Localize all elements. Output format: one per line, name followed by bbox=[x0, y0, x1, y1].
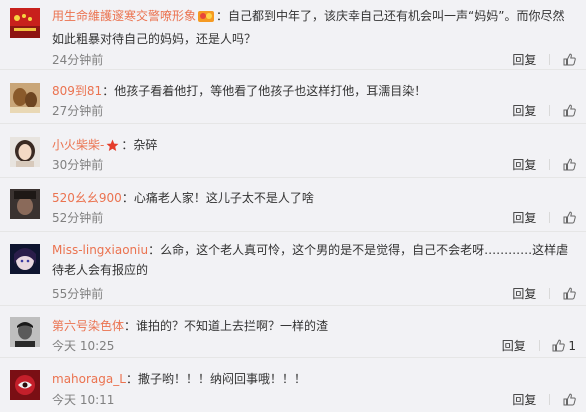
comment-time: 30分钟前 bbox=[52, 158, 104, 172]
action-divider bbox=[549, 105, 551, 116]
vip-badge-icon bbox=[198, 9, 215, 29]
reply-button[interactable]: 回复 bbox=[512, 211, 536, 225]
comment-content: ：他孩子看着他打，等他看了他孩子也这样打他，耳濡目染！ bbox=[102, 84, 427, 98]
anime-avatar-image bbox=[10, 244, 40, 274]
action-divider bbox=[549, 54, 551, 65]
comment-list: 用生命維護邃寒交警嘹形象 ：自己都到中年了，该庆幸自己还有机会叫一声“妈妈”。而你… bbox=[0, 0, 586, 412]
man-avatar-image bbox=[10, 317, 40, 347]
comment-item: mahoraga_L：撒子哟！！！纳闷回事哦！！！ 今天 10:11 回复 bbox=[0, 358, 586, 412]
comment-username[interactable]: 小火柴柴- bbox=[52, 138, 104, 152]
thumbs-up-icon bbox=[563, 53, 576, 66]
thumbs-up-icon bbox=[563, 211, 576, 224]
comment-item: 第六号染色体：谁拍的？不知道上去拦啊？一样的渣 今天 10:25 回复 1 bbox=[0, 306, 586, 358]
comment-item: Miss-lingxiaoniu：么命，这个老人真可怜，这个男的是不是觉得，自己… bbox=[0, 232, 586, 306]
avatar[interactable] bbox=[10, 8, 40, 38]
comment-content: ：杂碎 bbox=[121, 138, 158, 152]
comment-text: 小火柴柴- ：杂碎 bbox=[52, 135, 576, 158]
reply-button[interactable]: 回复 bbox=[512, 287, 536, 301]
like-button[interactable] bbox=[563, 52, 576, 68]
comment-time: 55分钟前 bbox=[52, 287, 104, 301]
comment-time: 27分钟前 bbox=[52, 104, 104, 118]
comment-username[interactable]: 809到81 bbox=[52, 84, 102, 98]
comment-time: 24分钟前 bbox=[52, 53, 104, 67]
avatar[interactable] bbox=[10, 189, 40, 219]
comment-content: ：谁拍的？不知道上去拦啊？一样的渣 bbox=[124, 319, 329, 333]
comment-username[interactable]: 用生命維護邃寒交警嘹形象 bbox=[52, 9, 196, 23]
comment-text: 809到81：他孩子看着他打，等他看了他孩子也这样打他，耳濡目染！ bbox=[52, 81, 576, 101]
avatar[interactable] bbox=[10, 83, 40, 113]
food-avatar-image bbox=[10, 83, 40, 113]
comment-item: 520幺幺900：心痛老人家！这儿子太不是人了啥 52分钟前 回复 bbox=[0, 178, 586, 232]
star-icon bbox=[106, 138, 119, 158]
avatar[interactable] bbox=[10, 137, 40, 167]
comment-item: 小火柴柴- ：杂碎 30分钟前 回复 bbox=[0, 124, 586, 178]
like-button[interactable]: 1 bbox=[552, 338, 576, 354]
flag-avatar-image bbox=[10, 8, 40, 38]
action-divider bbox=[549, 212, 551, 223]
comment-username[interactable]: Miss-lingxiaoniu bbox=[52, 243, 148, 257]
comment-username[interactable]: 520幺幺900 bbox=[52, 191, 122, 205]
reply-button[interactable]: 回复 bbox=[512, 104, 536, 118]
girl-avatar-image bbox=[10, 137, 40, 167]
thumbs-up-icon bbox=[552, 339, 566, 352]
like-button[interactable] bbox=[563, 103, 576, 119]
comment-time: 今天 10:11 bbox=[52, 393, 115, 407]
avatar[interactable] bbox=[10, 370, 40, 400]
reply-button[interactable]: 回复 bbox=[512, 393, 536, 407]
reply-button[interactable]: 回复 bbox=[512, 53, 536, 67]
action-divider bbox=[538, 340, 540, 351]
comment-text: mahoraga_L：撒子哟！！！纳闷回事哦！！！ bbox=[52, 369, 576, 389]
action-divider bbox=[549, 394, 551, 405]
comment-text: 用生命維護邃寒交警嘹形象 ：自己都到中年了，该庆幸自己还有机会叫一声“妈妈”。而你… bbox=[52, 6, 576, 49]
like-button[interactable] bbox=[563, 286, 576, 302]
like-button[interactable] bbox=[563, 157, 576, 173]
reply-button[interactable]: 回复 bbox=[512, 158, 536, 172]
comment-username[interactable]: mahoraga_L bbox=[52, 372, 126, 386]
like-button[interactable] bbox=[563, 210, 576, 226]
reply-button[interactable]: 回复 bbox=[502, 339, 526, 353]
thumbs-up-icon bbox=[563, 104, 576, 117]
comment-item: 用生命維護邃寒交警嘹形象 ：自己都到中年了，该庆幸自己还有机会叫一声“妈妈”。而你… bbox=[0, 0, 586, 70]
comment-content: ：撒子哟！！！纳闷回事哦！！！ bbox=[125, 372, 306, 386]
thumbs-up-icon bbox=[563, 287, 576, 300]
comment-content: ：心痛老人家！这儿子太不是人了啥 bbox=[121, 191, 314, 205]
dark-avatar-image bbox=[10, 189, 40, 219]
comment-text: 第六号染色体：谁拍的？不知道上去拦啊？一样的渣 bbox=[52, 316, 576, 336]
comment-text: 520幺幺900：心痛老人家！这儿子太不是人了啥 bbox=[52, 188, 576, 208]
avatar[interactable] bbox=[10, 317, 40, 347]
comment-text: Miss-lingxiaoniu：么命，这个老人真可怜，这个男的是不是觉得，自己… bbox=[52, 240, 576, 280]
comment-time: 今天 10:25 bbox=[52, 339, 115, 353]
like-count: 1 bbox=[568, 339, 576, 353]
action-divider bbox=[549, 288, 551, 299]
red-avatar-image bbox=[10, 370, 40, 400]
like-button[interactable] bbox=[563, 392, 576, 408]
comment-username[interactable]: 第六号染色体 bbox=[52, 319, 124, 333]
action-divider bbox=[549, 159, 551, 170]
thumbs-up-icon bbox=[563, 393, 576, 406]
comment-item: 809到81：他孩子看着他打，等他看了他孩子也这样打他，耳濡目染！ 27分钟前 … bbox=[0, 70, 586, 124]
avatar[interactable] bbox=[10, 244, 40, 274]
comment-time: 52分钟前 bbox=[52, 211, 104, 225]
thumbs-up-icon bbox=[563, 158, 576, 171]
